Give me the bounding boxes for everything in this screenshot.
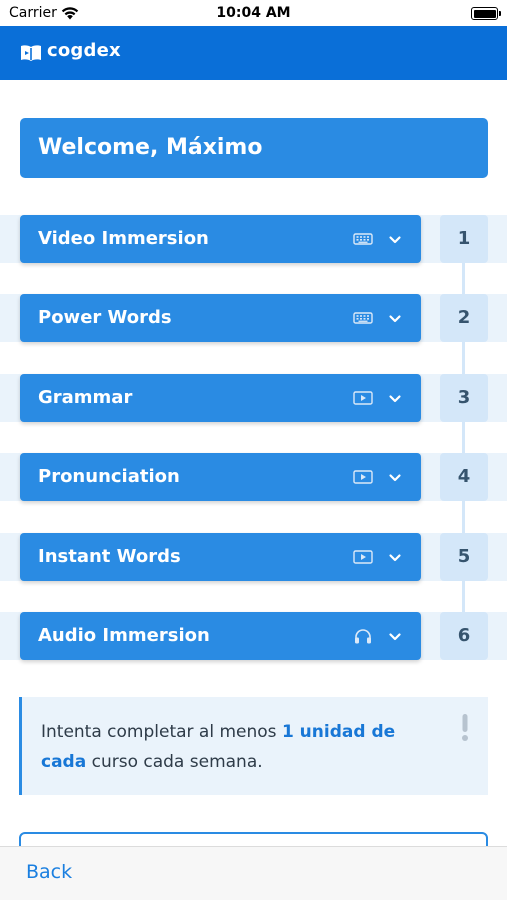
step-connector-line — [462, 422, 465, 454]
step-number-badge: 4 — [440, 453, 488, 501]
course-item-grammar[interactable]: Grammar — [20, 374, 421, 422]
clock-time: 10:04 AM — [216, 5, 291, 21]
step-connector-line — [462, 263, 465, 295]
tip-callout: Intenta completar al menos 1 unidad de c… — [19, 697, 488, 795]
chevron-down-icon[interactable] — [388, 550, 402, 564]
app-name: cogdex — [47, 40, 121, 61]
battery-level-fill — [473, 9, 496, 18]
chevron-down-icon[interactable] — [388, 232, 402, 246]
keyboard-icon — [353, 310, 373, 326]
status-bar: Carrier 10:04 AM — [0, 0, 507, 26]
welcome-banner: Welcome, Máximo — [20, 118, 488, 178]
chevron-down-icon[interactable] — [388, 629, 402, 643]
course-label: Grammar — [38, 387, 133, 408]
battery-cap — [499, 11, 501, 16]
course-item-instant-words[interactable]: Instant Words — [20, 533, 421, 581]
step-connector-line — [462, 342, 465, 374]
step-number-badge: 3 — [440, 374, 488, 422]
tip-text-after: curso cada semana. — [86, 752, 263, 772]
step-number-badge: 1 — [440, 215, 488, 263]
keyboard-icon — [353, 231, 373, 247]
course-label: Video Immersion — [38, 228, 209, 249]
back-button[interactable]: Back — [26, 861, 72, 883]
bottom-bar: Back — [0, 846, 507, 900]
video-play-icon — [353, 390, 373, 406]
course-label: Power Words — [38, 307, 172, 328]
course-item-audio-immersion[interactable]: Audio Immersion — [20, 612, 421, 660]
exclamation-icon — [462, 714, 468, 741]
course-item-pronunciation[interactable]: Pronunciation — [20, 453, 421, 501]
video-play-icon — [353, 469, 373, 485]
course-item-video-immersion[interactable]: Video Immersion — [20, 215, 421, 263]
course-label: Pronunciation — [38, 466, 180, 487]
app-header: cogdex — [0, 26, 507, 80]
battery-icon — [471, 7, 501, 20]
chevron-down-icon[interactable] — [388, 391, 402, 405]
headphones-icon — [353, 628, 373, 644]
tip-text-before: Intenta completar al menos — [41, 722, 282, 742]
step-number-badge: 2 — [440, 294, 488, 342]
step-connector-line — [462, 581, 465, 613]
video-play-icon — [353, 549, 373, 565]
step-number-badge: 6 — [440, 612, 488, 660]
main-content: Welcome, Máximo Video Immersion 1 Power Wo… — [0, 80, 507, 846]
course-item-power-words[interactable]: Power Words — [20, 294, 421, 342]
book-logo-icon — [21, 45, 41, 61]
next-section-card — [19, 832, 488, 846]
chevron-down-icon[interactable] — [388, 311, 402, 325]
chevron-down-icon[interactable] — [388, 470, 402, 484]
step-connector-line — [462, 501, 465, 533]
course-label: Audio Immersion — [38, 625, 210, 646]
step-number-badge: 5 — [440, 533, 488, 581]
course-label: Instant Words — [38, 546, 181, 567]
